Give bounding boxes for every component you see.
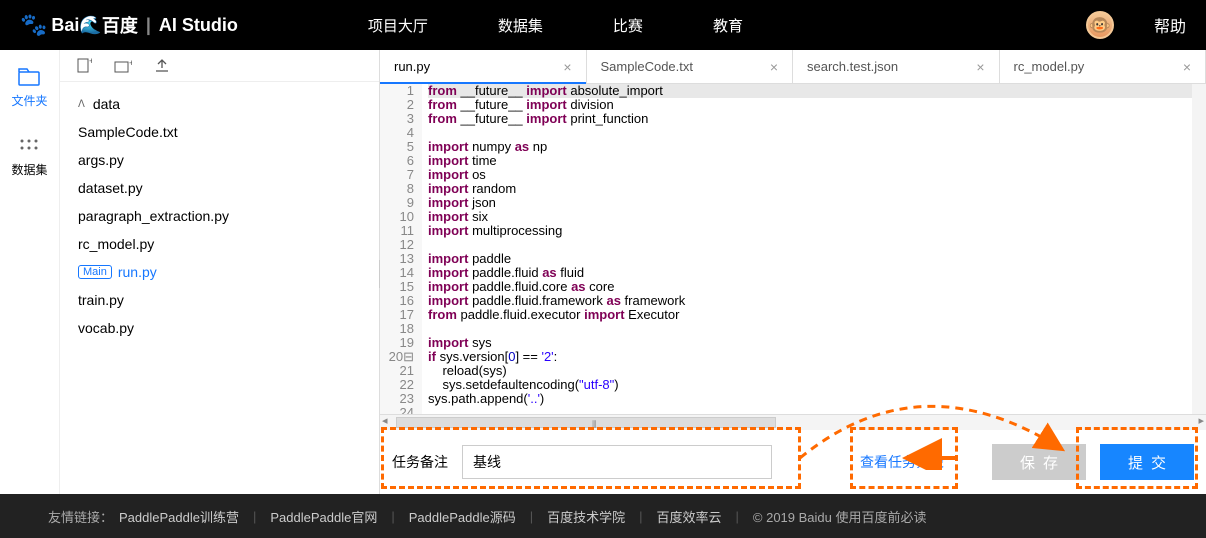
nav-contests[interactable]: 比赛 xyxy=(613,15,643,36)
folder-icon xyxy=(18,68,40,86)
file-toolbar: + + xyxy=(60,50,379,82)
svg-text:+: + xyxy=(89,58,92,66)
tree-file-main[interactable]: Mainrun.py xyxy=(60,258,379,286)
editor-tabs: run.py× SampleCode.txt× search.test.json… xyxy=(380,50,1206,84)
file-tree: data SampleCode.txt args.py dataset.py p… xyxy=(60,82,379,350)
dataset-icon xyxy=(18,137,40,155)
tree-folder-data[interactable]: data xyxy=(60,90,379,118)
tab-run-py[interactable]: run.py× xyxy=(380,50,587,83)
code-editor[interactable]: 1 2 3 4 5 6 7 8 9 10 11 12 13 14 15 16 1… xyxy=(380,84,1206,414)
view-tasks-link[interactable]: 查看任务列表 xyxy=(860,452,944,472)
nav-help[interactable]: 帮助 xyxy=(1154,13,1186,37)
close-icon[interactable]: × xyxy=(1183,59,1191,75)
new-file-icon[interactable]: + xyxy=(76,58,92,74)
close-icon[interactable]: × xyxy=(976,59,984,75)
close-icon[interactable]: × xyxy=(563,59,571,75)
tree-file[interactable]: args.py xyxy=(60,146,379,174)
tab-samplecode[interactable]: SampleCode.txt× xyxy=(587,50,794,83)
submit-button[interactable]: 提交 xyxy=(1100,444,1194,480)
footer-link[interactable]: 百度技术学院 xyxy=(547,507,625,526)
vertical-scrollbar[interactable] xyxy=(1192,84,1206,414)
horizontal-scrollbar[interactable]: ⦀ xyxy=(380,414,1206,430)
remark-input[interactable] xyxy=(462,445,772,479)
tree-file[interactable]: paragraph_extraction.py xyxy=(60,202,379,230)
footer: 友情链接： PaddlePaddle训练营| PaddlePaddle官网| P… xyxy=(0,494,1206,538)
tree-file[interactable]: vocab.py xyxy=(60,314,379,342)
remark-label: 任务备注 xyxy=(392,452,448,472)
footer-link[interactable]: PaddlePaddle源码 xyxy=(409,507,516,526)
sidebar-tab-files[interactable]: 文件夹 xyxy=(11,68,47,109)
top-nav: 🐾 Bai🌊百度 | AI Studio 项目大厅 数据集 比赛 教育 🐵 帮助 xyxy=(0,0,1206,50)
footer-link[interactable]: PaddlePaddle官网 xyxy=(270,507,377,526)
sidebar-tabs: 文件夹 数据集 xyxy=(0,50,60,494)
tab-rc-model[interactable]: rc_model.py× xyxy=(1000,50,1206,83)
tree-file[interactable]: dataset.py xyxy=(60,174,379,202)
baidu-paw-icon: 🐾 xyxy=(20,12,47,38)
task-bar: 任务备注 查看任务列表 保存 提交 xyxy=(380,430,1206,494)
sidebar-tab-datasets[interactable]: 数据集 xyxy=(11,137,47,178)
footer-link[interactable]: 百度效率云 xyxy=(657,507,722,526)
tree-file[interactable]: rc_model.py xyxy=(60,230,379,258)
close-icon[interactable]: × xyxy=(770,59,778,75)
tab-search-json[interactable]: search.test.json× xyxy=(793,50,1000,83)
nav-links: 项目大厅 数据集 比赛 教育 xyxy=(368,15,743,36)
save-button[interactable]: 保存 xyxy=(992,444,1086,480)
upload-icon[interactable] xyxy=(154,59,170,73)
footer-link[interactable]: PaddlePaddle训练营 xyxy=(119,507,239,526)
svg-text:+: + xyxy=(129,59,132,68)
nav-datasets[interactable]: 数据集 xyxy=(498,15,543,36)
file-panel: + + data SampleCode.txt args.py dataset.… xyxy=(60,50,380,494)
editor-pane: ◂ run.py× SampleCode.txt× search.test.js… xyxy=(380,50,1206,494)
nav-projects[interactable]: 项目大厅 xyxy=(368,15,428,36)
code-content[interactable]: from __future__ import absolute_import f… xyxy=(422,84,1206,414)
tree-file[interactable]: train.py xyxy=(60,286,379,314)
gutter: 1 2 3 4 5 6 7 8 9 10 11 12 13 14 15 16 1… xyxy=(380,84,422,414)
nav-education[interactable]: 教育 xyxy=(713,15,743,36)
new-folder-icon[interactable]: + xyxy=(114,59,132,73)
logo[interactable]: 🐾 Bai🌊百度 | AI Studio xyxy=(20,12,238,38)
tree-file[interactable]: SampleCode.txt xyxy=(60,118,379,146)
avatar[interactable]: 🐵 xyxy=(1086,11,1114,39)
